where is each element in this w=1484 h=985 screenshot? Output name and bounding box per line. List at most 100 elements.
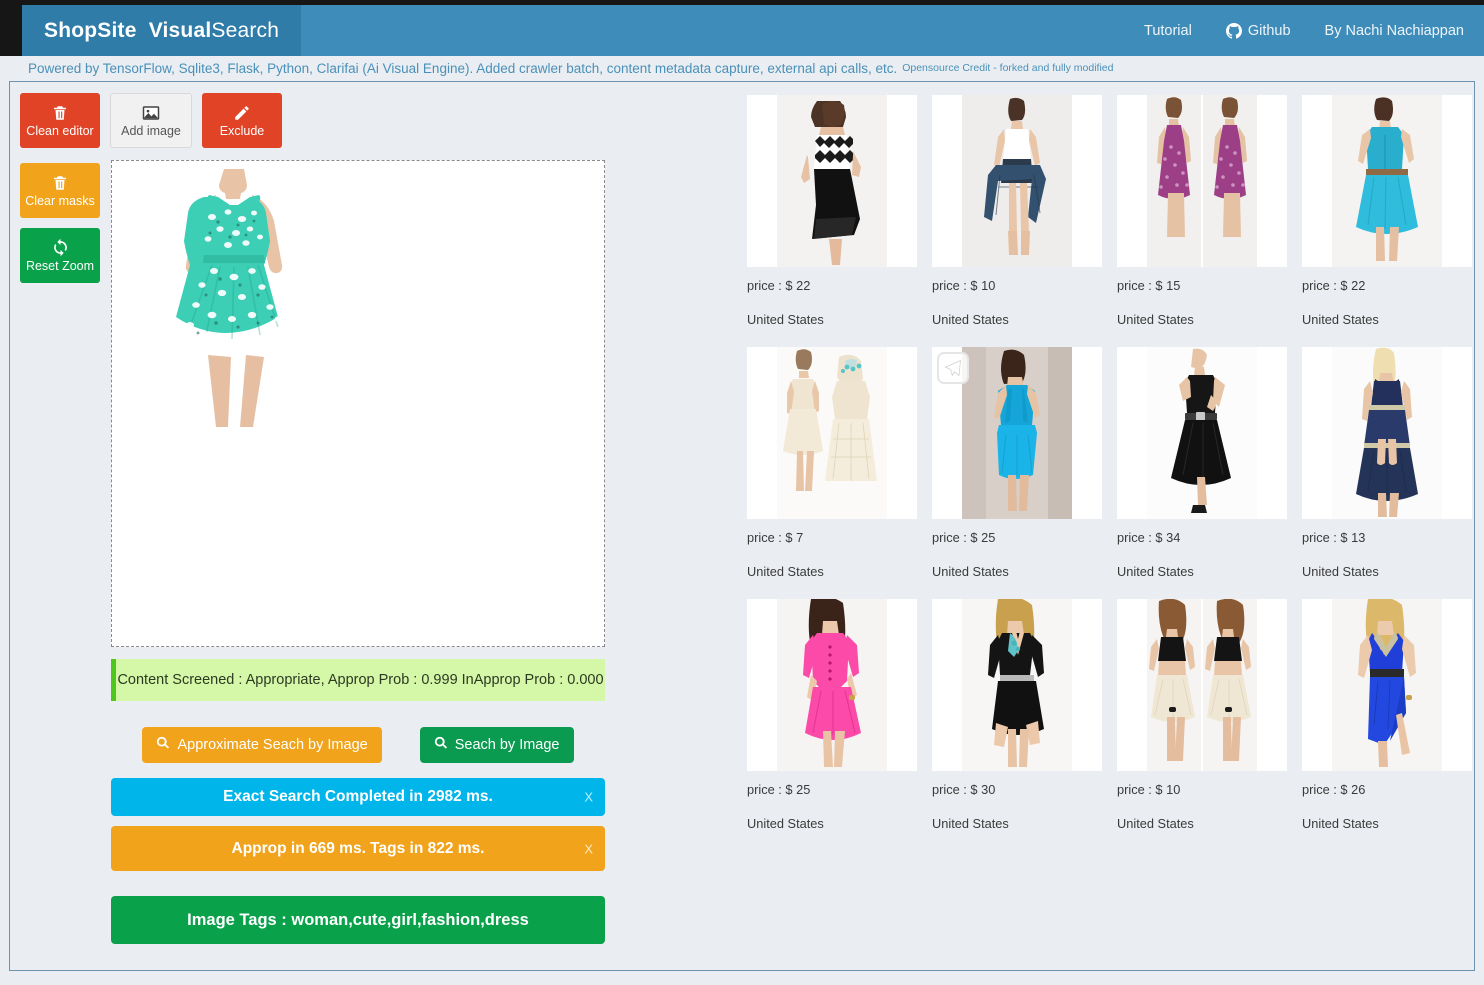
- add-image-label: Add image: [121, 123, 181, 138]
- approximate-search-button[interactable]: Approximate Seach by Image: [142, 727, 382, 763]
- pencil-icon: [233, 104, 251, 122]
- query-image[interactable]: [142, 167, 322, 435]
- result-thumbnail[interactable]: [1117, 95, 1287, 267]
- result-country: United States: [1117, 564, 1194, 579]
- result-country: United States: [1302, 564, 1379, 579]
- result-country: United States: [747, 816, 824, 831]
- result-card[interactable]: price : $ 13 United States: [1302, 347, 1472, 579]
- window-top-edge: [0, 0, 1484, 5]
- image-tags-alert: Image Tags : woman,cute,girl,fashion,dre…: [111, 896, 605, 944]
- nav-links: Tutorial Github By Nachi Nachiappan: [1144, 5, 1464, 56]
- nav-link-tutorial[interactable]: Tutorial: [1144, 23, 1192, 39]
- result-price: price : $ 26: [1302, 782, 1366, 797]
- result-country: United States: [1302, 816, 1379, 831]
- approp-timing-alert: Approp in 669 ms. Tags in 822 ms. X: [111, 826, 605, 871]
- result-card[interactable]: price : $ 25 United States: [932, 347, 1102, 579]
- result-price: price : $ 22: [1302, 278, 1366, 293]
- result-price: price : $ 15: [1117, 278, 1181, 293]
- result-country: United States: [932, 564, 1009, 579]
- result-card[interactable]: price : $ 30 United States: [932, 599, 1102, 831]
- result-price: price : $ 30: [932, 782, 996, 797]
- result-thumbnail[interactable]: [932, 347, 1102, 519]
- nav-github-label: Github: [1247, 22, 1291, 39]
- reset-zoom-button[interactable]: Reset Zoom: [20, 228, 100, 283]
- result-thumbnail[interactable]: [1117, 599, 1287, 771]
- nav-author-label: By Nachi Nachiappan: [1324, 22, 1464, 39]
- approp-timing-alert-close[interactable]: X: [584, 841, 593, 856]
- result-price: price : $ 7: [747, 530, 804, 545]
- nav-tutorial-label: Tutorial: [1144, 22, 1192, 39]
- desktop-dark-strip: [0, 0, 22, 56]
- image-icon: [141, 104, 161, 122]
- opensource-credit-link[interactable]: Opensource Credit - forked and fully mod…: [902, 62, 1113, 74]
- content-panel: Clean editor Add image Exclude Clear mas…: [9, 81, 1475, 971]
- result-country: United States: [747, 564, 824, 579]
- approp-timing-alert-text: Approp in 669 ms. Tags in 822 ms.: [231, 839, 485, 857]
- nav-link-github[interactable]: Github: [1225, 22, 1291, 39]
- result-card[interactable]: price : $ 15 United States: [1117, 95, 1287, 327]
- result-price: price : $ 13: [1302, 530, 1366, 545]
- result-thumbnail[interactable]: [747, 599, 917, 771]
- add-image-button[interactable]: Add image: [110, 93, 192, 148]
- result-price: price : $ 10: [932, 278, 996, 293]
- result-thumbnail[interactable]: [1117, 347, 1287, 519]
- exact-search-button[interactable]: Seach by Image: [419, 727, 574, 763]
- result-thumbnail[interactable]: [747, 95, 917, 267]
- refresh-icon: [51, 238, 70, 257]
- result-country: United States: [747, 312, 824, 327]
- clear-masks-label: Clear masks: [25, 193, 95, 208]
- reset-zoom-label: Reset Zoom: [25, 259, 95, 274]
- result-thumbnail[interactable]: [1302, 347, 1472, 519]
- result-card[interactable]: price : $ 10 United States: [932, 95, 1102, 327]
- brand-logo[interactable]: ShopSite VisualSearch: [22, 5, 302, 56]
- result-country: United States: [1117, 312, 1194, 327]
- image-editor-canvas[interactable]: [111, 160, 605, 647]
- result-thumbnail[interactable]: [932, 95, 1102, 267]
- result-price: price : $ 34: [1117, 530, 1181, 545]
- brand-shopsite: ShopSite: [44, 18, 137, 42]
- github-icon: [1225, 22, 1242, 39]
- result-card[interactable]: price : $ 10 United States: [1117, 599, 1287, 831]
- powered-by-bar: Powered by TensorFlow, Sqlite3, Flask, P…: [22, 56, 1484, 80]
- search-icon: [434, 736, 448, 754]
- result-thumbnail[interactable]: [1302, 599, 1472, 771]
- search-icon: [156, 736, 170, 754]
- result-card[interactable]: price : $ 7 United States: [747, 347, 917, 579]
- result-card[interactable]: price : $ 26 United States: [1302, 599, 1472, 831]
- exact-search-alert-close[interactable]: X: [584, 790, 593, 805]
- result-country: United States: [932, 816, 1009, 831]
- app-window: ShopSite VisualSearch Tutorial Github By…: [0, 0, 1484, 985]
- exclude-label: Exclude: [219, 123, 265, 138]
- clear-masks-button[interactable]: Clear masks: [20, 163, 100, 218]
- image-tags-alert-text: Image Tags : woman,cute,girl,fashion,dre…: [187, 910, 529, 929]
- exact-search-alert-text: Exact Search Completed in 2982 ms.: [223, 788, 493, 805]
- search-results-grid: price : $ 22 United States price : $ 10 Un…: [747, 95, 1472, 831]
- trash-icon: [51, 174, 69, 192]
- result-thumbnail[interactable]: [747, 347, 917, 519]
- paper-plane-icon: [937, 352, 969, 384]
- powered-by-text: Powered by TensorFlow, Sqlite3, Flask, P…: [28, 60, 898, 76]
- brand-visual: Visual: [148, 18, 212, 42]
- clean-editor-button[interactable]: Clean editor: [20, 93, 100, 148]
- result-price: price : $ 22: [747, 278, 811, 293]
- brand-search: Search: [211, 18, 280, 42]
- result-card[interactable]: price : $ 22 United States: [1302, 95, 1472, 327]
- result-price: price : $ 25: [747, 782, 811, 797]
- result-card[interactable]: price : $ 22 United States: [747, 95, 917, 327]
- result-thumbnail[interactable]: [932, 599, 1102, 771]
- nav-link-author[interactable]: By Nachi Nachiappan: [1325, 23, 1464, 39]
- content-screened-alert: Content Screened : Appropriate, Approp P…: [111, 659, 605, 701]
- result-card[interactable]: price : $ 34 United States: [1117, 347, 1287, 579]
- editor-column: Clean editor Add image Exclude Clear mas…: [10, 82, 650, 970]
- result-country: United States: [1117, 816, 1194, 831]
- top-navbar: ShopSite VisualSearch Tutorial Github By…: [22, 5, 1484, 56]
- result-country: United States: [932, 312, 1009, 327]
- result-card[interactable]: price : $ 25 United States: [747, 599, 917, 831]
- approximate-search-label: Approximate Seach by Image: [177, 737, 368, 753]
- result-thumbnail[interactable]: [1302, 95, 1472, 267]
- exclude-button[interactable]: Exclude: [202, 93, 282, 148]
- content-screened-text: Content Screened : Appropriate, Approp P…: [117, 672, 604, 688]
- result-price: price : $ 25: [932, 530, 996, 545]
- exact-search-label: Seach by Image: [454, 737, 560, 753]
- trash-icon: [51, 104, 69, 122]
